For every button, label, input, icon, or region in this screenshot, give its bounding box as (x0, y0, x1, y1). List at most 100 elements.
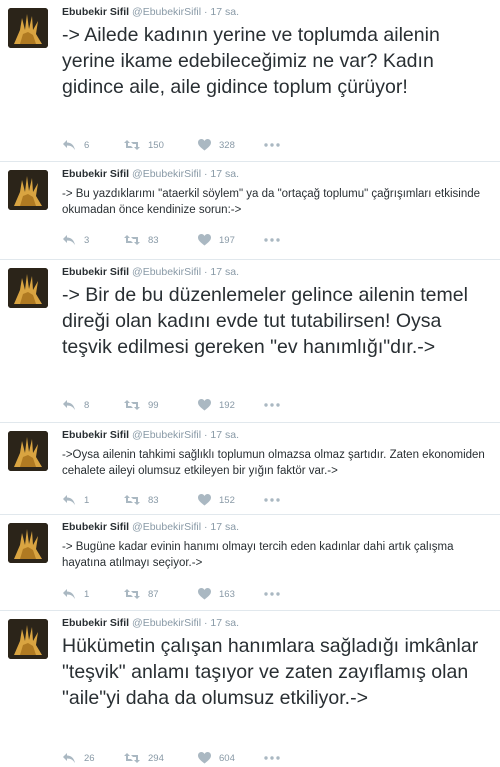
reply-icon (63, 235, 75, 245)
avatar[interactable] (8, 170, 48, 210)
author-handle[interactable]: @EbubekirSifil (132, 168, 201, 180)
author-name[interactable]: Ebubekir Sifil (62, 617, 129, 629)
heart-icon (198, 399, 211, 411)
timestamp[interactable]: 17 sa. (210, 266, 239, 278)
heart-icon (198, 139, 211, 151)
separator: · (203, 6, 208, 18)
timestamp[interactable]: 17 sa. (210, 521, 239, 533)
retweet-button[interactable]: 150 (124, 137, 164, 153)
tweet[interactable]: Ebubekir Sifil @EbubekirSifil · 17 sa. -… (0, 515, 500, 611)
timestamp[interactable]: 17 sa. (210, 168, 239, 180)
author-handle[interactable]: @EbubekirSifil (132, 617, 201, 629)
tweet-header: Ebubekir Sifil @EbubekirSifil · 17 sa. (62, 521, 239, 533)
tweet-header: Ebubekir Sifil @EbubekirSifil · 17 sa. (62, 429, 239, 441)
avatar[interactable] (8, 523, 48, 563)
reply-count: 1 (84, 588, 90, 600)
like-count: 604 (219, 752, 235, 764)
avatar-image (8, 523, 48, 563)
retweet-button[interactable]: 99 (124, 397, 159, 413)
more-icon (264, 143, 280, 147)
reply-button[interactable]: 8 (62, 397, 89, 413)
author-handle[interactable]: @EbubekirSifil (132, 266, 201, 278)
reply-count: 1 (84, 494, 90, 506)
tweet[interactable]: Ebubekir Sifil @EbubekirSifil · 17 sa. -… (0, 0, 500, 162)
heart-icon (198, 752, 211, 764)
more-icon (264, 238, 280, 242)
retweet-button[interactable]: 294 (124, 750, 164, 766)
more-icon (264, 756, 280, 760)
reply-icon (63, 400, 75, 410)
tweet[interactable]: Ebubekir Sifil @EbubekirSifil · 17 sa. -… (0, 260, 500, 423)
tweet-text: -> Ailede kadının yerine ve toplumda ail… (62, 24, 440, 98)
tweet[interactable]: Ebubekir Sifil @EbubekirSifil · 17 sa. -… (0, 423, 500, 515)
author-name[interactable]: Ebubekir Sifil (62, 521, 129, 533)
reply-button[interactable]: 6 (62, 137, 89, 153)
retweet-count: 294 (148, 752, 164, 764)
retweet-icon (124, 400, 140, 410)
reply-button[interactable]: 26 (62, 750, 95, 766)
avatar-image (8, 431, 48, 471)
more-button[interactable] (264, 750, 280, 766)
retweet-button[interactable]: 83 (124, 492, 159, 508)
author-handle[interactable]: @EbubekirSifil (132, 6, 201, 18)
timestamp[interactable]: 17 sa. (210, 6, 239, 18)
tweet[interactable]: Ebubekir Sifil @EbubekirSifil · 17 sa. H… (0, 611, 500, 767)
reply-button[interactable]: 3 (62, 232, 89, 248)
timestamp[interactable]: 17 sa. (210, 429, 239, 441)
like-button[interactable]: 163 (198, 586, 235, 602)
like-button[interactable]: 152 (198, 492, 235, 508)
reply-icon (63, 495, 75, 505)
reply-button[interactable]: 1 (62, 586, 89, 602)
retweet-count: 150 (148, 139, 164, 151)
more-icon (264, 592, 280, 596)
author-name[interactable]: Ebubekir Sifil (62, 6, 129, 18)
reply-button[interactable]: 1 (62, 492, 89, 508)
tweet-header: Ebubekir Sifil @EbubekirSifil · 17 sa. (62, 617, 239, 629)
more-button[interactable] (264, 492, 280, 508)
retweet-count: 83 (148, 494, 159, 506)
timestamp[interactable]: 17 sa. (210, 617, 239, 629)
tweet-header: Ebubekir Sifil @EbubekirSifil · 17 sa. (62, 168, 239, 180)
retweet-icon (124, 589, 140, 599)
avatar-image (8, 170, 48, 210)
more-button[interactable] (264, 397, 280, 413)
retweet-count: 99 (148, 399, 159, 411)
avatar[interactable] (8, 8, 48, 48)
more-button[interactable] (264, 232, 280, 248)
avatar[interactable] (8, 619, 48, 659)
author-name[interactable]: Ebubekir Sifil (62, 429, 129, 441)
author-handle[interactable]: @EbubekirSifil (132, 521, 201, 533)
retweet-button[interactable]: 87 (124, 586, 159, 602)
reply-count: 26 (84, 752, 95, 764)
retweet-count: 83 (148, 234, 159, 246)
separator: · (203, 521, 208, 533)
author-name[interactable]: Ebubekir Sifil (62, 168, 129, 180)
like-count: 152 (219, 494, 235, 506)
more-button[interactable] (264, 137, 280, 153)
like-count: 197 (219, 234, 235, 246)
retweet-icon (124, 495, 140, 505)
retweet-icon (124, 140, 140, 150)
tweet-header: Ebubekir Sifil @EbubekirSifil · 17 sa. (62, 6, 239, 18)
reply-icon (63, 753, 75, 763)
more-icon (264, 403, 280, 407)
author-name[interactable]: Ebubekir Sifil (62, 266, 129, 278)
more-button[interactable] (264, 586, 280, 602)
reply-icon (63, 140, 75, 150)
separator: · (203, 266, 208, 278)
reply-icon (63, 589, 75, 599)
retweet-button[interactable]: 83 (124, 232, 159, 248)
like-count: 163 (219, 588, 235, 600)
tweet-text: -> Bu yazdıklarımı "ataerkil söylem" ya … (62, 188, 481, 216)
tweet[interactable]: Ebubekir Sifil @EbubekirSifil · 17 sa. -… (0, 162, 500, 260)
author-handle[interactable]: @EbubekirSifil (132, 429, 201, 441)
like-button[interactable]: 197 (198, 232, 235, 248)
tweet-text: -> Bugüne kadar evinin hanımı olmayı ter… (62, 541, 454, 569)
avatar[interactable] (8, 268, 48, 308)
like-button[interactable]: 328 (198, 137, 235, 153)
like-button[interactable]: 604 (198, 750, 235, 766)
like-button[interactable]: 192 (198, 397, 235, 413)
tweet-header: Ebubekir Sifil @EbubekirSifil · 17 sa. (62, 266, 239, 278)
heart-icon (198, 494, 211, 506)
avatar[interactable] (8, 431, 48, 471)
